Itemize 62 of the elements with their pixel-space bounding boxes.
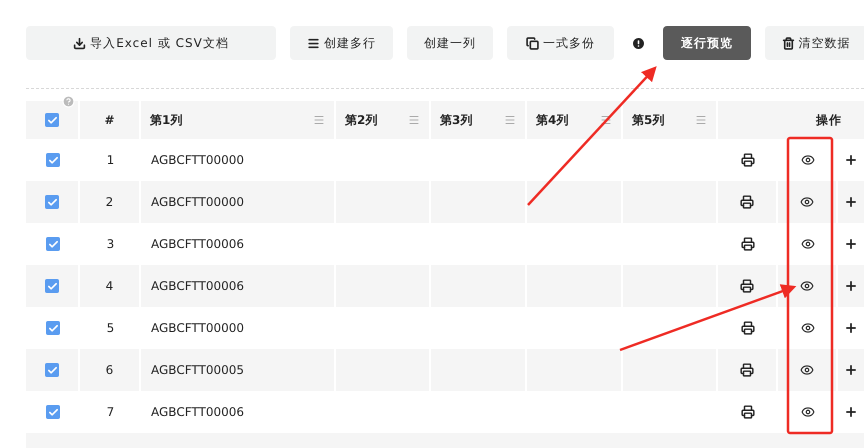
toolbar-button[interactable]: 创建多行 xyxy=(290,26,393,60)
row-number: 5 xyxy=(106,320,114,337)
plus-icon[interactable] xyxy=(844,195,858,209)
plus-icon[interactable] xyxy=(844,153,858,167)
plus-icon[interactable] xyxy=(844,405,858,419)
eye-icon[interactable] xyxy=(800,279,814,293)
trash-icon xyxy=(782,36,794,50)
toolbar-button[interactable]: 创建一列 xyxy=(407,26,493,60)
plus-icon[interactable] xyxy=(844,237,858,251)
table-cell-text: AGBCFTT00006 xyxy=(151,404,244,421)
row-number: 6 xyxy=(106,362,114,379)
column-header: 操作 xyxy=(816,112,842,129)
eye-icon[interactable] xyxy=(801,321,815,335)
table-cell-text: AGBCFTT00006 xyxy=(151,278,244,295)
toolbar-button[interactable]: 逐行预览 xyxy=(663,26,751,60)
column-header: # xyxy=(104,112,115,129)
print-icon[interactable] xyxy=(740,279,754,293)
toolbar-button[interactable]: 一式多份 xyxy=(507,26,614,60)
table-cell-text: AGBCFTT00006 xyxy=(151,236,244,253)
column-header: 第3列 xyxy=(440,112,472,129)
row-number: 3 xyxy=(106,236,114,253)
row-number: 4 xyxy=(106,278,114,295)
eye-icon[interactable] xyxy=(800,363,814,377)
checkbox[interactable] xyxy=(46,237,60,251)
print-icon[interactable] xyxy=(741,321,755,335)
checkbox[interactable] xyxy=(46,405,60,419)
table-cell-text: AGBCFTT00000 xyxy=(151,320,244,337)
row-number: 7 xyxy=(106,404,114,421)
table-cell-text: AGBCFTT00005 xyxy=(151,362,244,379)
table-cell-text: AGBCFTT00000 xyxy=(151,194,244,211)
column-menu-icon[interactable] xyxy=(600,114,612,126)
toolbar-button[interactable]: 清空数据 xyxy=(765,26,864,60)
toolbar-button[interactable]: 导入Excel 或 CSV文档 xyxy=(26,26,276,60)
checkbox[interactable] xyxy=(45,195,59,209)
copy-icon xyxy=(526,36,539,50)
eye-icon[interactable] xyxy=(801,237,815,251)
eye-icon[interactable] xyxy=(800,195,814,209)
plus-icon[interactable] xyxy=(844,279,858,293)
print-icon[interactable] xyxy=(740,195,754,209)
print-icon[interactable] xyxy=(741,237,755,251)
checkbox[interactable] xyxy=(45,279,59,293)
column-header: 第2列 xyxy=(345,112,378,129)
print-icon[interactable] xyxy=(741,405,755,419)
info-icon[interactable] xyxy=(631,36,646,50)
plus-icon[interactable] xyxy=(844,363,858,377)
checkbox[interactable] xyxy=(45,113,59,127)
download-icon xyxy=(73,36,86,50)
table-cell-text: AGBCFTT00000 xyxy=(151,152,244,169)
column-header: 第1列 xyxy=(150,112,182,129)
checkbox[interactable] xyxy=(45,363,59,377)
print-icon[interactable] xyxy=(741,153,755,167)
eye-icon[interactable] xyxy=(801,405,815,419)
print-icon[interactable] xyxy=(740,363,754,377)
checkbox[interactable] xyxy=(46,321,60,335)
column-header: 第5列 xyxy=(632,112,664,129)
plus-icon[interactable] xyxy=(844,321,858,335)
row-number: 1 xyxy=(106,152,114,169)
row-number: 2 xyxy=(106,194,114,211)
menu-icon xyxy=(307,36,320,50)
eye-icon[interactable] xyxy=(801,153,815,167)
checkbox[interactable] xyxy=(46,153,60,167)
column-header: 第4列 xyxy=(536,112,568,129)
